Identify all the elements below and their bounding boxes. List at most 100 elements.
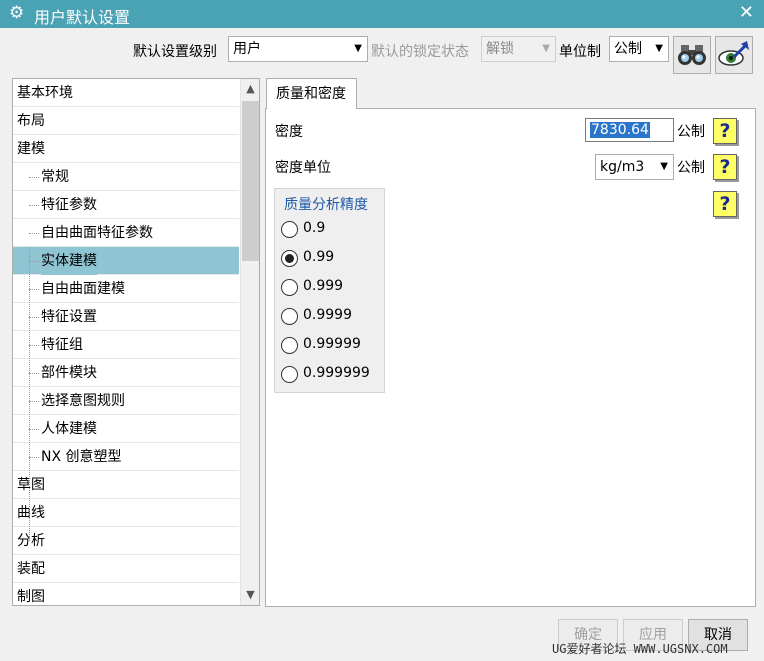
tree-scrollbar[interactable]: ▲ ▼ [240,79,259,605]
precision-option-label: 0.999 [303,278,344,294]
tree-item-label: 特征设置 [41,309,97,325]
precision-option-label: 0.99 [303,249,335,265]
tree-item[interactable]: 人体建模 [13,415,239,443]
tree-connector-branch [29,289,39,290]
tree-item[interactable]: 制图 [13,583,239,605]
find-button[interactable] [673,36,711,74]
tree-connector-branch [29,429,39,430]
tab-mass-density[interactable]: 质量和密度 [266,78,357,109]
density-unit-help-button[interactable]: ? [713,154,737,180]
tree-item[interactable]: 选择意图规则 [13,387,239,415]
density-help-button[interactable]: ? [713,118,737,144]
tree-item-label: 人体建模 [41,421,97,437]
radio-button[interactable] [281,279,298,296]
radio-button[interactable] [281,308,298,325]
tree-connector-branch [29,457,39,458]
density-label: 密度 [275,124,303,140]
radio-button[interactable] [281,366,298,383]
tree-item[interactable]: 特征组 [13,331,239,359]
tree-item-label: 自由曲面建模 [41,281,125,297]
tree-connector-branch [29,373,39,374]
tree-item[interactable]: 自由曲面特征参数 [13,219,239,247]
precision-option-label: 0.99999 [303,336,361,352]
tree-item[interactable]: 特征设置 [13,303,239,331]
tree-item-label: 曲线 [17,505,45,521]
lock-label: 默认的锁定状态 [371,44,469,60]
tree-item[interactable]: 实体建模 [13,247,239,275]
density-unit-label: 密度单位 [275,160,331,176]
precision-title: 质量分析精度 [284,197,368,213]
radio-button[interactable] [281,337,298,354]
scroll-thumb[interactable] [242,101,259,261]
tree-item-label: 装配 [17,561,45,577]
tree-item[interactable]: 特征参数 [13,191,239,219]
tree-item-label: 制图 [17,589,45,605]
close-button[interactable]: ✕ [739,2,754,23]
category-tree: 基本环境布局建模常规特征参数自由曲面特征参数 实体建模自由曲面建模 特征设置特征组部… [12,78,260,606]
tree-item-label: 建模 [17,141,45,157]
tree-connector-branch [29,345,39,346]
tree-item[interactable]: 装配 [13,555,239,583]
tree-item[interactable]: 自由曲面建模 [13,275,239,303]
level-dropdown[interactable]: 用户 ▼ [228,36,368,62]
view-button[interactable] [715,36,753,74]
tree-item-label: 部件模块 [41,365,97,381]
watermark: UG爱好者论坛 WWW.UGSNX.COM [552,642,728,656]
tree-item[interactable]: 布局 [13,107,239,135]
level-label: 默认设置级别 [133,44,217,60]
tree-item[interactable]: 部件模块 [13,359,239,387]
tree-item-label: 常规 [41,169,69,185]
density-unit-value: kg/m3 [600,159,645,175]
tree-connector [29,247,30,541]
density-input[interactable]: 7830.64 [585,118,674,142]
tree-item-label: 特征参数 [41,197,97,213]
radio-button[interactable] [281,221,298,238]
chevron-down-icon: ▼ [354,43,362,54]
tree-item-label: 分析 [17,533,45,549]
tree-item[interactable]: 建模 [13,135,239,163]
precision-help-button[interactable]: ? [713,191,737,217]
tree-item-label: 基本环境 [17,85,73,101]
unit-value: 公制 [614,41,642,57]
tree-item[interactable]: 基本环境 [13,79,239,107]
tree-connector-branch [29,233,39,234]
precision-option-label: 0.9 [303,220,326,236]
eye-arrow-icon [718,41,749,66]
chevron-down-icon: ▼ [655,43,663,54]
precision-group: 质量分析精度 0.9 0.99 0.999 0.9999 0.99999 0.999999 [274,188,385,393]
lock-value: 解锁 [486,41,514,57]
binoculars-icon [678,45,706,65]
scroll-up-icon[interactable]: ▲ [241,79,259,99]
tree-connector-branch [29,205,39,206]
radio-selected-dot [285,254,294,263]
tree-item[interactable]: 常规 [13,163,239,191]
tree-item-label: 特征组 [41,337,83,353]
tree-item[interactable]: 分析 [13,527,239,555]
gear-icon: ⚙ [9,3,25,23]
window-title: 用户默认设置 [34,8,131,27]
tree-item[interactable]: 草图 [13,471,239,499]
radio-button[interactable] [281,250,298,267]
density-value: 7830.64 [590,122,650,138]
tree-connector-branch [29,401,39,402]
tree-item-label: NX 创意塑型 [41,449,122,465]
tree-item-label: 布局 [17,113,45,129]
lock-dropdown[interactable]: 解锁 ▼ [481,36,556,62]
tree-connector-branch [29,261,39,262]
tree-item[interactable]: 曲线 [13,499,239,527]
level-value: 用户 [233,41,261,57]
chevron-down-icon: ▼ [542,43,550,54]
unit-dropdown[interactable]: 公制 ▼ [609,36,669,62]
precision-option-label: 0.999999 [303,365,370,381]
chevron-down-icon: ▼ [660,161,668,172]
tree-connector-branch [29,177,39,178]
tree-item-label: 实体建模 [41,247,97,275]
tree-item-label: 选择意图规则 [41,393,125,409]
unit-label: 单位制 [559,44,601,60]
density-unit-unit-system: 公制 [677,160,705,176]
scroll-down-icon[interactable]: ▼ [241,585,259,605]
density-unit-system: 公制 [677,124,705,140]
density-unit-dropdown[interactable]: kg/m3 ▼ [595,154,674,180]
tree-item[interactable]: NX 创意塑型 [13,443,239,471]
tree-connector-branch [29,317,39,318]
